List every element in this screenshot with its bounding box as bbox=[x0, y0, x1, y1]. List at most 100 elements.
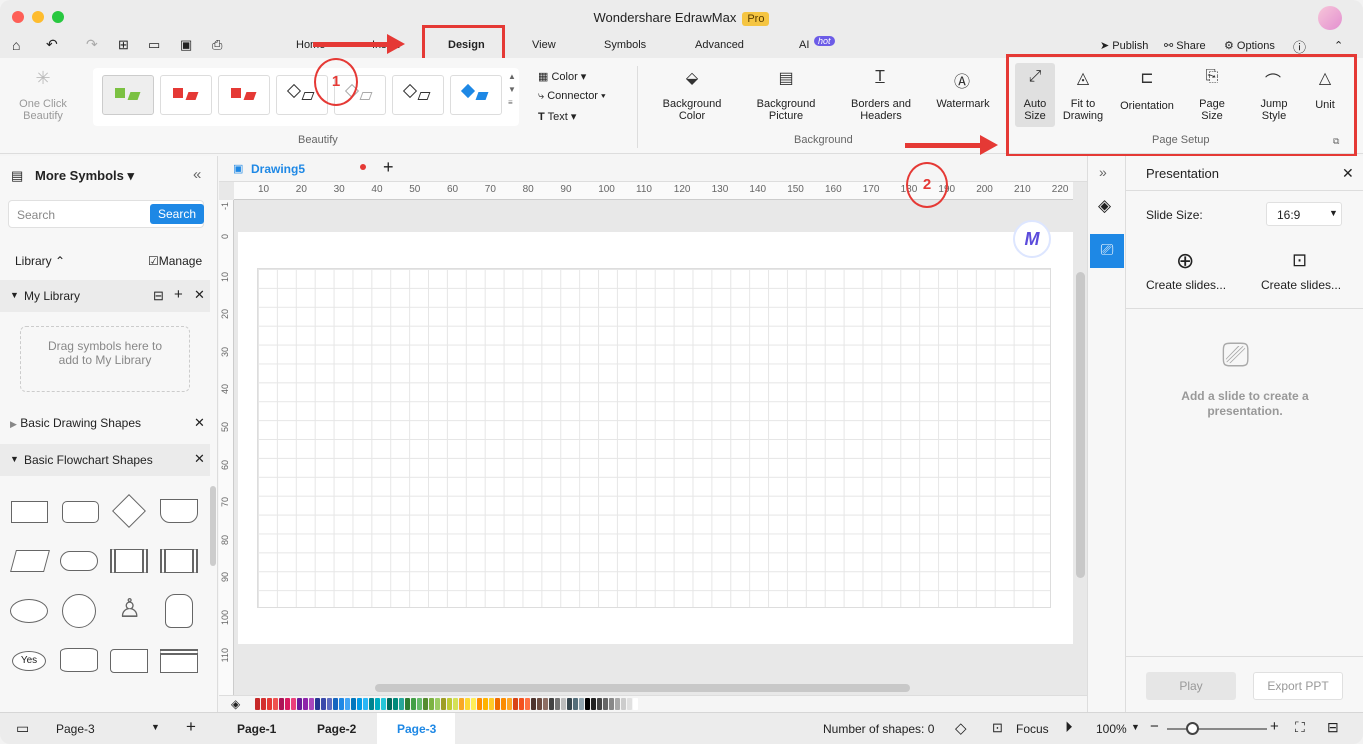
tab-drawing5[interactable]: Drawing5 bbox=[251, 162, 305, 176]
zoom-in-icon[interactable]: + bbox=[1270, 718, 1279, 735]
color-swatch[interactable] bbox=[507, 698, 512, 710]
color-swatch[interactable] bbox=[627, 698, 632, 710]
color-swatch[interactable] bbox=[549, 698, 554, 710]
background-picture-button[interactable]: Background Picture bbox=[750, 98, 822, 122]
focus-icon[interactable]: ⊡ bbox=[992, 720, 1003, 736]
close-icon[interactable]: ✕ bbox=[194, 415, 205, 431]
borders-headers-button[interactable]: Borders and Headers bbox=[844, 98, 918, 122]
color-swatch[interactable] bbox=[555, 698, 560, 710]
zoom-slider[interactable] bbox=[1167, 728, 1267, 730]
color-swatch[interactable] bbox=[567, 698, 572, 710]
color-swatch[interactable] bbox=[501, 698, 506, 710]
zoom-slider-handle[interactable] bbox=[1186, 722, 1199, 735]
add-circle-icon[interactable]: ⊕ bbox=[1176, 248, 1194, 274]
close-icon[interactable]: ✕ bbox=[194, 451, 205, 467]
fill-icon[interactable]: ◈ bbox=[1098, 196, 1111, 216]
one-click-beautify-button[interactable]: One Click Beautify bbox=[10, 98, 76, 122]
color-swatch[interactable] bbox=[369, 698, 374, 710]
yes-shape[interactable]: Yes bbox=[12, 651, 46, 671]
terminator-shape[interactable] bbox=[60, 551, 98, 571]
avatar[interactable] bbox=[1318, 6, 1342, 30]
presentation-icon[interactable]: ⎚ bbox=[1090, 234, 1124, 268]
search-input[interactable]: Search bbox=[17, 208, 55, 222]
color-swatch[interactable] bbox=[381, 698, 386, 710]
stored-data-shape[interactable] bbox=[110, 649, 148, 673]
color-swatch[interactable] bbox=[255, 698, 260, 710]
tab-view[interactable]: View bbox=[532, 39, 556, 51]
redo-icon[interactable]: ↷ bbox=[86, 36, 98, 53]
color-swatch[interactable] bbox=[315, 698, 320, 710]
my-library-header[interactable]: ▼ My Library ⊟ + ✕ bbox=[0, 280, 210, 312]
ai-assistant-icon[interactable]: M bbox=[1013, 220, 1051, 258]
chevron-down-icon[interactable]: ▼ bbox=[1131, 722, 1140, 732]
background-color-button[interactable]: Background Color bbox=[656, 98, 728, 122]
internal-storage-shape[interactable] bbox=[160, 649, 198, 673]
collapse-ribbon-icon[interactable]: ⌃ bbox=[1334, 39, 1343, 52]
add-page-icon[interactable]: + bbox=[186, 717, 196, 737]
share-button[interactable]: ⚯ Share bbox=[1164, 39, 1206, 52]
import-icon[interactable]: ⊟ bbox=[153, 288, 164, 304]
color-swatch[interactable] bbox=[621, 698, 626, 710]
new-tab-icon[interactable]: + bbox=[383, 157, 394, 178]
color-swatch[interactable] bbox=[459, 698, 464, 710]
color-swatch[interactable] bbox=[267, 698, 272, 710]
color-swatch[interactable] bbox=[375, 698, 380, 710]
color-swatch[interactable] bbox=[279, 698, 284, 710]
play-icon[interactable]: ⏵ bbox=[1065, 719, 1073, 736]
fit-page-icon[interactable]: ⛶ bbox=[1295, 719, 1305, 736]
color-swatch[interactable] bbox=[339, 698, 344, 710]
color-swatch[interactable] bbox=[471, 698, 476, 710]
basic-drawing-shapes-header[interactable]: ▶ Basic Drawing Shapes bbox=[10, 416, 141, 430]
page-grid[interactable] bbox=[257, 268, 1051, 608]
decision-shape[interactable] bbox=[112, 494, 146, 528]
gallery-scroll-icon[interactable]: ▲ ▼ ≡ bbox=[508, 70, 516, 109]
color-swatch[interactable] bbox=[609, 698, 614, 710]
create-slides-button-1[interactable]: Create slides... bbox=[1146, 278, 1226, 292]
color-swatch[interactable] bbox=[309, 698, 314, 710]
export-ppt-button[interactable]: Export PPT bbox=[1253, 672, 1343, 700]
color-swatch[interactable] bbox=[435, 698, 440, 710]
color-swatch[interactable] bbox=[291, 698, 296, 710]
focus-button[interactable]: Focus bbox=[1016, 722, 1049, 736]
undo-icon[interactable]: ↶ bbox=[46, 36, 58, 53]
color-swatch[interactable] bbox=[405, 698, 410, 710]
color-swatch[interactable] bbox=[579, 698, 584, 710]
save-icon[interactable]: ▣ bbox=[180, 37, 192, 53]
connector-dropdown[interactable]: ⤷ Connector ▾ bbox=[538, 90, 606, 103]
beautify-style-7[interactable] bbox=[450, 75, 502, 115]
color-swatch[interactable] bbox=[453, 698, 458, 710]
search-button[interactable]: Search bbox=[150, 204, 205, 224]
color-swatch[interactable] bbox=[633, 698, 638, 710]
data-shape[interactable] bbox=[10, 550, 50, 572]
create-slides-button-2[interactable]: Create slides... bbox=[1261, 278, 1341, 292]
color-swatch[interactable] bbox=[411, 698, 416, 710]
color-swatch[interactable] bbox=[345, 698, 350, 710]
slide-size-select[interactable]: 16:9 ▼ bbox=[1266, 202, 1342, 226]
color-swatch[interactable] bbox=[519, 698, 524, 710]
color-swatch[interactable] bbox=[423, 698, 428, 710]
color-swatch[interactable] bbox=[273, 698, 278, 710]
watermark-button[interactable]: Watermark bbox=[930, 98, 996, 110]
close-icon[interactable]: ✕ bbox=[194, 287, 205, 303]
color-swatch[interactable] bbox=[303, 698, 308, 710]
basic-flowchart-shapes-header[interactable]: ▼ Basic Flowchart Shapes ✕ bbox=[0, 444, 210, 476]
actor-icon[interactable]: ♙ bbox=[118, 593, 141, 624]
page-tab-2[interactable]: Page-2 bbox=[317, 722, 356, 736]
color-swatch[interactable] bbox=[597, 698, 602, 710]
color-swatch[interactable] bbox=[513, 698, 518, 710]
color-swatch[interactable] bbox=[591, 698, 596, 710]
color-swatch[interactable] bbox=[561, 698, 566, 710]
process-shape[interactable] bbox=[11, 501, 48, 523]
color-swatch[interactable] bbox=[441, 698, 446, 710]
color-swatch[interactable] bbox=[489, 698, 494, 710]
expand-panel-icon[interactable]: » bbox=[1099, 164, 1107, 180]
publish-button[interactable]: ➤ Publish bbox=[1100, 39, 1148, 52]
horizontal-scrollbar[interactable] bbox=[375, 684, 910, 692]
home-icon[interactable]: ⌂ bbox=[12, 37, 20, 53]
panel-scrollbar[interactable] bbox=[210, 486, 216, 566]
color-swatch[interactable] bbox=[465, 698, 470, 710]
color-swatch[interactable] bbox=[261, 698, 266, 710]
fullscreen-icon[interactable]: ⊟ bbox=[1327, 719, 1339, 736]
ellipse-shape[interactable] bbox=[10, 599, 48, 623]
color-swatch[interactable] bbox=[417, 698, 422, 710]
